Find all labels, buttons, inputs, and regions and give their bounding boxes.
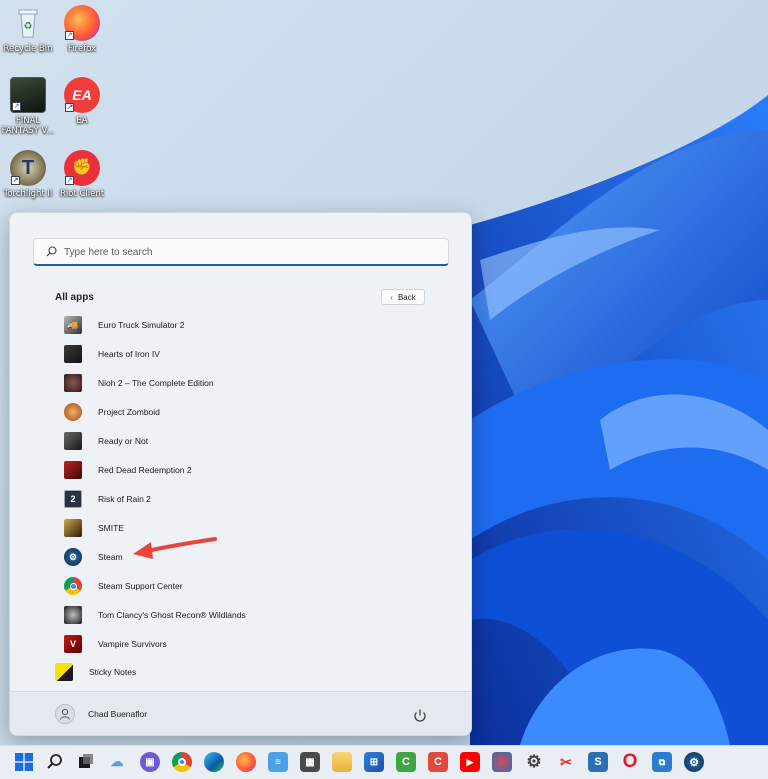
all-apps-heading: All apps [55, 292, 94, 303]
scrivener-icon[interactable]: S [588, 752, 608, 772]
desktop-icon-torchlight[interactable]: T ↗ Torchlight II [0, 150, 56, 199]
recycle-bin-icon: ♻ [10, 5, 46, 41]
torchlight-icon: T ↗ [10, 150, 46, 186]
back-button[interactable]: ‹ Back [381, 289, 425, 305]
avatar [55, 704, 75, 724]
settings-icon[interactable]: ⚙ [524, 752, 544, 772]
desktop-icon-label: Torchlight II [3, 189, 53, 199]
desktop-icon-recycle-bin[interactable]: ♻ Recycle Bin [0, 5, 56, 54]
chat-icon[interactable]: ▣ [140, 752, 160, 772]
svg-text:♻: ♻ [24, 21, 33, 32]
start-menu-footer: Chad Buenaflor [10, 691, 471, 735]
desktop-icon-firefox[interactable]: ↗ Firefox [54, 5, 110, 54]
steam-icon[interactable]: ⚙ [684, 752, 704, 772]
app-label: Steam [98, 552, 123, 562]
app-item-ready-or-not[interactable]: Ready or Not [55, 428, 385, 454]
desktop-icon-ea[interactable]: EA ↗ EA [54, 77, 110, 126]
app-label: Euro Truck Simulator 2 [98, 320, 185, 330]
app-item-red-dead[interactable]: Red Dead Redemption 2 [55, 457, 385, 483]
windows-start-icon[interactable] [14, 752, 34, 772]
app-label: Sticky Notes [89, 667, 137, 677]
opera-icon[interactable]: O [620, 751, 640, 772]
app-label: Project Zomboid [98, 407, 160, 417]
app-label: Nioh 2 – The Complete Edition [98, 378, 214, 388]
desktop-icon-label: Recycle Bin [3, 44, 53, 54]
user-account[interactable]: Chad Buenaflor [55, 704, 147, 724]
calculator-icon[interactable]: ▦ [300, 752, 320, 772]
hearts-of-iron-icon [64, 345, 82, 363]
search-input[interactable] [64, 242, 444, 262]
app-label: Hearts of Iron IV [98, 349, 160, 359]
app-label: Red Dead Redemption 2 [98, 465, 192, 475]
nioh-icon [64, 374, 82, 392]
desktop-icon-final-fantasy[interactable]: ↗ FINAL FANTASY V... [0, 77, 56, 136]
app-label: Risk of Rain 2 [98, 494, 151, 504]
widgets-icon[interactable]: ☁ [107, 752, 127, 772]
app-item-hearts-of-iron[interactable]: Hearts of Iron IV [55, 341, 385, 367]
desktop-icon-riot-client[interactable]: ✊ ↗ Riot Client [54, 150, 110, 199]
final-fantasy-icon: ↗ [10, 77, 46, 113]
app-item-vampire-survivors[interactable]: V Vampire Survivors [55, 631, 385, 657]
app-label: Vampire Survivors [98, 639, 167, 649]
app-item-steam[interactable]: ⚙ Steam [55, 544, 385, 570]
app-item-risk-of-rain[interactable]: 2 Risk of Rain 2 [55, 486, 385, 512]
search-icon [46, 246, 57, 257]
desktop-icon-label: EA [76, 116, 88, 126]
app-label: SMITE [98, 523, 124, 533]
ghost-recon-icon [64, 606, 82, 624]
desktop-icon-label: FINAL FANTASY V... [1, 116, 55, 136]
app-item-sticky-notes[interactable]: Sticky Notes [46, 659, 376, 685]
search-box[interactable] [33, 238, 449, 266]
steam-icon: ⚙ [64, 548, 82, 566]
chevron-left-icon: ‹ [390, 292, 393, 302]
euro-truck-icon: 🚚 [64, 316, 82, 334]
back-button-label: Back [397, 292, 416, 302]
sticky-notes-icon [55, 663, 73, 681]
vampire-survivors-icon: V [64, 635, 82, 653]
project-zomboid-icon [64, 403, 82, 421]
camtasia-recorder-icon[interactable]: C [428, 752, 448, 772]
start-menu: All apps ‹ Back 🚚 Euro Truck Simulator 2… [9, 212, 472, 736]
app-item-smite[interactable]: SMITE [55, 515, 385, 541]
edge-icon[interactable] [204, 752, 224, 772]
app-label: Ready or Not [98, 436, 149, 446]
red-dead-icon [64, 461, 82, 479]
user-name: Chad Buenaflor [88, 709, 148, 719]
chrome-icon[interactable] [172, 752, 192, 772]
firefox-icon: ↗ [64, 5, 100, 41]
power-icon[interactable] [410, 706, 430, 726]
firefox-icon[interactable] [236, 752, 256, 772]
app-item-project-zomboid[interactable]: Project Zomboid [55, 399, 385, 425]
taskbar: ☁ ▣ ≡ ▦ ⊞ C C ▶ ⚙ ✂ S O ⧉ ⚙ [0, 745, 768, 779]
notepad-icon[interactable]: ≡ [268, 752, 288, 772]
app-item-nioh[interactable]: Nioh 2 – The Complete Edition [55, 370, 385, 396]
camtasia-icon[interactable]: C [396, 752, 416, 772]
snipping-tool-icon[interactable]: ✂ [556, 752, 576, 772]
desktop-icon-label: Riot Client [59, 189, 105, 199]
user-icon [60, 708, 70, 720]
app-label: Tom Clancy's Ghost Recon® Wildlands [98, 610, 246, 620]
chrome-icon [64, 577, 82, 595]
ea-icon: EA ↗ [64, 77, 100, 113]
youtube-icon[interactable]: ▶ [460, 752, 480, 772]
app-item-steam-support-center[interactable]: Steam Support Center [55, 573, 385, 599]
smite-icon [64, 519, 82, 537]
file-explorer-icon[interactable] [332, 752, 352, 772]
annotation-arrow [133, 537, 217, 559]
remote-desktop-icon[interactable]: ⧉ [652, 752, 672, 772]
app-item-euro-truck[interactable]: 🚚 Euro Truck Simulator 2 [55, 312, 385, 338]
desktop-icon-label: Firefox [67, 44, 97, 54]
store-icon[interactable]: ⊞ [364, 752, 384, 772]
ready-or-not-icon [64, 432, 82, 450]
davinci-icon[interactable] [492, 752, 512, 772]
riot-client-icon: ✊ ↗ [64, 150, 100, 186]
app-label: Steam Support Center [98, 581, 183, 591]
app-item-ghost-recon[interactable]: Tom Clancy's Ghost Recon® Wildlands [55, 602, 385, 628]
risk-of-rain-icon: 2 [64, 490, 82, 508]
search-icon[interactable] [45, 752, 65, 772]
task-view-icon[interactable] [76, 752, 96, 772]
